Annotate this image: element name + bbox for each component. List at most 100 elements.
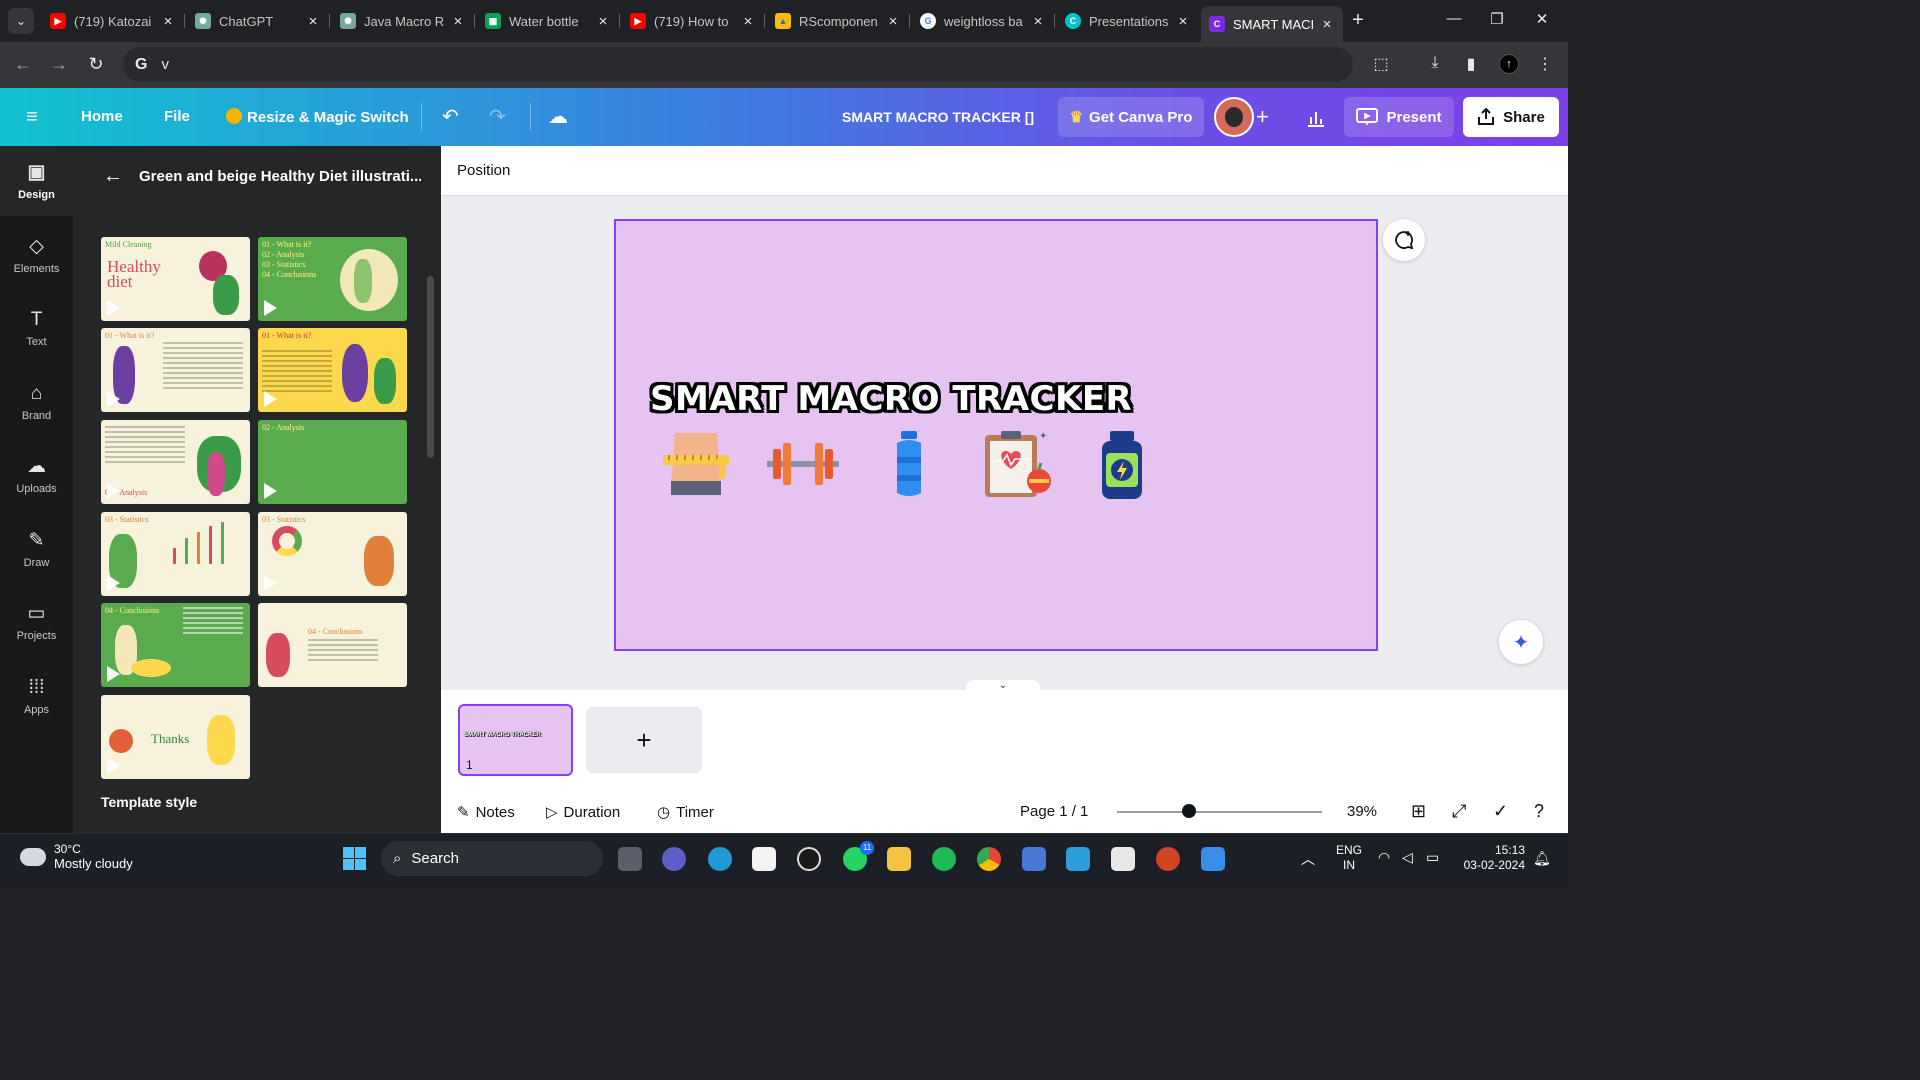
cloud-saved-icon[interactable]: ☁	[548, 104, 568, 129]
clock[interactable]: 15:13 03-02-2024	[1459, 843, 1525, 873]
rail-elements[interactable]: ◇ Elements	[0, 220, 73, 290]
browser-tab[interactable]: ▦ Water bottle ×	[477, 6, 620, 36]
download-icon[interactable]: ⤓	[1423, 54, 1447, 72]
position-button[interactable]: Position	[457, 162, 510, 179]
browser-tab[interactable]: ✺ ChatGPT ×	[187, 6, 330, 36]
document-title[interactable]: SMART MACRO TRACKER []	[842, 109, 1034, 125]
menu-icon[interactable]: ≡	[26, 106, 46, 128]
template-thumb[interactable]: Thanks	[101, 695, 250, 779]
avatar[interactable]	[1214, 97, 1254, 137]
template-thumb[interactable]: 01 - What is it? 02 - Analysis 03 - Stat…	[258, 237, 407, 321]
redo-icon[interactable]: ↷	[489, 104, 506, 129]
insights-icon[interactable]	[1296, 97, 1336, 137]
rail-brand[interactable]: ⌂ Brand	[0, 367, 73, 437]
back-arrow-icon[interactable]: ←	[103, 165, 123, 188]
page-indicator[interactable]: Page 1 / 1	[1020, 803, 1088, 820]
browser-tab[interactable]: G weightloss ba ×	[912, 6, 1055, 36]
undo-icon[interactable]: ↶	[442, 104, 459, 129]
back-icon[interactable]: ←	[11, 54, 35, 75]
slide-title[interactable]: SMART MACRO TRACKER	[650, 379, 1132, 419]
restore-icon[interactable]: ❐	[1482, 10, 1512, 28]
start-button[interactable]	[343, 847, 366, 870]
close-tab-icon[interactable]: ×	[160, 13, 176, 30]
teams-icon[interactable]	[662, 847, 686, 871]
dumbbell-icon[interactable]	[765, 437, 841, 493]
language-indicator[interactable]: ENG IN	[1336, 843, 1362, 873]
menu-icon[interactable]: ⋮	[1533, 54, 1557, 74]
taskbar-search[interactable]: ⌕ Search	[381, 841, 603, 876]
health-clipboard-icon[interactable]: ✦	[981, 429, 1055, 499]
notes-button[interactable]: ✎ Notes	[457, 803, 515, 822]
whatsapp-icon[interactable]: 11	[843, 841, 874, 871]
rail-projects[interactable]: ▭ Projects	[0, 587, 73, 657]
grid-view-icon[interactable]: ⊞	[1411, 801, 1426, 822]
template-thumb[interactable]: 01 - What is it?	[101, 328, 250, 412]
template-thumb[interactable]: 03 - Statistics	[258, 512, 407, 596]
panel-scroll-thumb[interactable]	[427, 276, 434, 458]
extensions-icon[interactable]: ⬚	[1369, 54, 1393, 74]
help-icon[interactable]: ?	[1534, 801, 1544, 822]
template-thumb[interactable]: 01 - What is it?	[258, 328, 407, 412]
share-button[interactable]: Share	[1463, 97, 1559, 137]
close-tab-icon[interactable]: ×	[305, 13, 321, 30]
template-thumb[interactable]: 04 - Conclusions	[101, 603, 250, 687]
photos-icon[interactable]	[1201, 847, 1225, 871]
browser-tab[interactable]: ✺ Java Macro R ×	[332, 6, 475, 36]
browser-tab[interactable]: ▲ RScomponen ×	[767, 6, 910, 36]
page-thumbnail[interactable]: SMART MACRO TRACKER 1	[458, 704, 573, 776]
close-tab-icon[interactable]: ×	[1030, 13, 1046, 30]
vpn-icon[interactable]	[1022, 847, 1046, 871]
browser-tab[interactable]: ▶ (719) How to ×	[622, 6, 765, 36]
fullscreen-icon[interactable]: ⤢	[1452, 801, 1466, 822]
sidepanel-icon[interactable]: ▮	[1459, 54, 1483, 74]
tab-search-button[interactable]: ⌄	[8, 8, 34, 34]
notification-bell-icon[interactable]: 🔔︎	[1533, 850, 1551, 867]
timer-button[interactable]: ◷ Timer	[657, 803, 714, 822]
notepad-icon[interactable]	[1066, 847, 1090, 871]
address-bar[interactable]: G v	[123, 47, 1353, 82]
reload-icon[interactable]: ↻	[84, 54, 108, 75]
get-canva-pro-button[interactable]: ♛ Get Canva Pro	[1058, 97, 1204, 137]
rail-design[interactable]: ▣ Design	[0, 146, 73, 216]
add-page-button[interactable]: +	[586, 707, 702, 773]
close-tab-icon[interactable]: ×	[885, 13, 901, 30]
present-button[interactable]: Present	[1344, 97, 1454, 137]
resize-magic-switch-button[interactable]: Resize & Magic Switch	[226, 108, 409, 126]
chrome-icon[interactable]	[977, 847, 1001, 871]
volume-icon[interactable]: ◁	[1402, 849, 1413, 866]
weather-widget[interactable]: 30°C Mostly cloudy	[20, 841, 133, 871]
close-tab-icon[interactable]: ×	[595, 13, 611, 30]
template-thumb[interactable]: 03 - Statistics	[101, 512, 250, 596]
store-icon[interactable]	[752, 847, 776, 871]
dell-icon[interactable]	[797, 847, 821, 871]
rail-apps[interactable]: ⁞⁞⁞ Apps	[0, 661, 73, 731]
show-hidden-icons[interactable]: ︿	[1301, 849, 1315, 869]
template-thumb[interactable]: Mild Cleaning Healthy diet	[101, 237, 250, 321]
rail-text[interactable]: T Text	[0, 293, 73, 363]
powerpoint-icon[interactable]	[1156, 847, 1180, 871]
close-tab-icon[interactable]: ×	[1175, 13, 1191, 30]
file-menu[interactable]: File	[164, 108, 190, 125]
spotify-icon[interactable]	[932, 847, 956, 871]
edge-icon[interactable]	[708, 847, 732, 871]
task-view-icon[interactable]	[618, 847, 642, 871]
browser-tab-active[interactable]: C SMART MACI ×	[1201, 6, 1343, 42]
supplement-jar-icon[interactable]	[1098, 429, 1146, 501]
home-button[interactable]: Home	[81, 108, 123, 125]
check-icon[interactable]: ✓	[1493, 801, 1508, 822]
duration-button[interactable]: ▷ Duration	[546, 803, 620, 822]
file-explorer-icon[interactable]	[887, 847, 911, 871]
wifi-icon[interactable]: ◠	[1378, 849, 1390, 866]
close-tab-icon[interactable]: ×	[740, 13, 756, 30]
browser-tab[interactable]: ▶ (719) Katozai ×	[42, 6, 185, 36]
browser-tab[interactable]: C Presentations ×	[1057, 6, 1199, 36]
add-comment-button[interactable]	[1383, 219, 1425, 261]
close-window-icon[interactable]: ✕	[1527, 10, 1557, 28]
template-thumb[interactable]: 02 - Analysis	[258, 420, 407, 504]
battery-icon[interactable]: ▭	[1426, 849, 1439, 866]
waist-measure-icon[interactable]	[661, 429, 731, 499]
water-bottle-icon[interactable]	[889, 429, 929, 499]
close-tab-icon[interactable]: ×	[450, 13, 466, 30]
template-thumb[interactable]: 04 - Conclusions	[258, 603, 407, 687]
rail-uploads[interactable]: ☁ Uploads	[0, 440, 73, 510]
